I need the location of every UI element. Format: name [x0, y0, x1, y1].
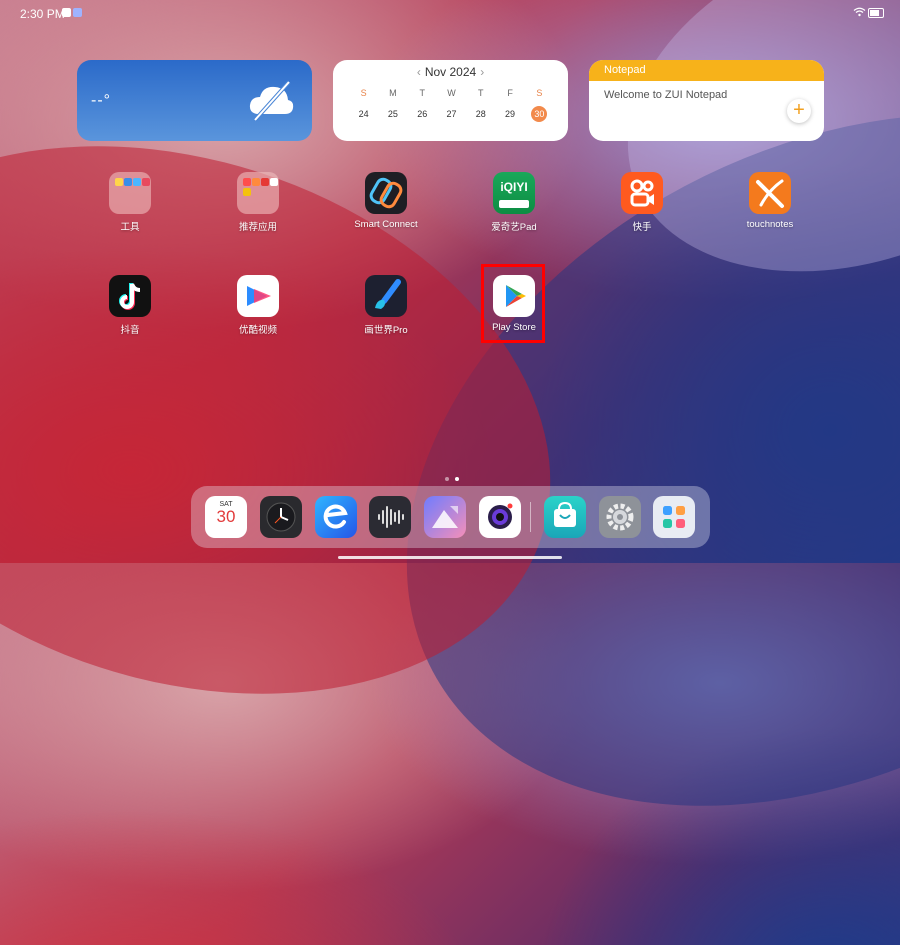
- add-note-button[interactable]: +: [787, 99, 811, 123]
- app-iqiyi[interactable]: iQIYI 爱奇艺Pad: [469, 172, 559, 233]
- app-label: touchnotes: [746, 219, 794, 230]
- calendar-icon[interactable]: SAT 30: [205, 496, 247, 538]
- weekday-label: S: [536, 88, 543, 98]
- weekday-label: F: [507, 88, 513, 98]
- calendar-month: Nov 2024: [424, 65, 477, 79]
- chevron-left-icon[interactable]: ‹: [417, 65, 421, 79]
- calendar-day[interactable]: 28: [466, 106, 495, 122]
- recommended-apps-folder-icon: [237, 172, 279, 214]
- app-label: 优酷视频: [238, 325, 277, 336]
- dock-calendar-date: 30: [216, 507, 236, 526]
- wifi-icon: [853, 7, 866, 20]
- cloud-off-icon: [249, 80, 294, 122]
- calendar-widget[interactable]: ‹ Nov 2024 › S M T W T F S 24 25 26 27 28 …: [333, 60, 568, 141]
- selection-highlight-box: [481, 264, 545, 343]
- notepad-widget[interactable]: Notepad Welcome to ZUI Notepad +: [589, 60, 824, 141]
- calendar-day[interactable]: 26: [408, 106, 437, 122]
- app-recommended-folder[interactable]: 推荐应用: [213, 172, 303, 233]
- notepad-title: Notepad: [589, 60, 824, 81]
- home-indicator[interactable]: [338, 556, 562, 559]
- touchnotes-icon: [749, 172, 791, 214]
- calendar-today[interactable]: 30: [531, 106, 548, 122]
- app-huashijie[interactable]: 画世界Pro: [341, 275, 431, 336]
- calendar-day[interactable]: 24: [349, 106, 378, 122]
- page-dot[interactable]: [445, 477, 449, 481]
- iqiyi-icon: iQIYI: [493, 172, 535, 214]
- browser-icon[interactable]: [315, 496, 357, 538]
- weekday-label: S: [360, 88, 367, 98]
- notepad-body: Welcome to ZUI Notepad: [604, 89, 728, 101]
- calendar-header: ‹ Nov 2024 ›: [333, 65, 568, 79]
- calendar-day[interactable]: 27: [437, 106, 466, 122]
- smart-connect-icon: [365, 172, 407, 214]
- app-smart-connect[interactable]: Smart Connect: [341, 172, 431, 230]
- clock-icon[interactable]: [260, 496, 302, 538]
- app-tools-folder[interactable]: 工具: [85, 172, 175, 233]
- settings-icon[interactable]: [599, 496, 641, 538]
- app-touchnotes[interactable]: touchnotes: [725, 172, 815, 230]
- calendar-day[interactable]: 29: [495, 106, 524, 122]
- app-label: 推荐应用: [238, 222, 277, 233]
- app-label: 爱奇艺Pad: [491, 222, 537, 233]
- chevron-right-icon[interactable]: ›: [480, 65, 484, 79]
- dock: SAT 30: [191, 486, 710, 548]
- app-label: 工具: [120, 222, 140, 233]
- calendar-grid: S M T W T F S 24 25 26 27 28 29 30: [349, 88, 554, 122]
- weather-temperature: --°: [91, 92, 112, 109]
- app-label: Smart Connect: [354, 219, 418, 230]
- app-store-icon[interactable]: [544, 496, 586, 538]
- paint-brush-icon: [365, 275, 407, 317]
- camera-icon[interactable]: [479, 496, 521, 538]
- app-douyin[interactable]: 抖音: [85, 275, 175, 336]
- iqiyi-logo-text: iQIYI: [500, 180, 528, 194]
- calendar-day[interactable]: 25: [378, 106, 407, 122]
- app-youku[interactable]: 优酷视频: [213, 275, 303, 336]
- status-bar: 2:30 PM: [0, 0, 900, 26]
- voice-recorder-icon[interactable]: [369, 496, 411, 538]
- page-indicator[interactable]: [442, 468, 462, 486]
- app-label: 抖音: [120, 325, 140, 336]
- app-label: 画世界Pro: [364, 325, 408, 336]
- tools-folder-icon: [109, 172, 151, 214]
- media-notification-icon: [62, 8, 71, 17]
- weekday-label: T: [419, 88, 425, 98]
- weather-widget[interactable]: --°: [77, 60, 312, 141]
- gallery-icon[interactable]: [424, 496, 466, 538]
- battery-icon: [868, 8, 884, 18]
- youku-icon: [237, 275, 279, 317]
- weekday-label: T: [478, 88, 484, 98]
- app-notification-icon: [73, 8, 82, 17]
- app-label: 快手: [632, 222, 652, 233]
- kuaishou-icon: [621, 172, 663, 214]
- status-time: 2:30 PM: [20, 7, 65, 21]
- page-dot-active[interactable]: [455, 477, 459, 481]
- app-kuaishou[interactable]: 快手: [597, 172, 687, 233]
- weekday-label: M: [389, 88, 397, 98]
- dock-separator: [530, 502, 531, 532]
- tiktok-icon: [109, 275, 151, 317]
- app-drawer-icon[interactable]: [653, 496, 695, 538]
- weekday-label: W: [447, 88, 456, 98]
